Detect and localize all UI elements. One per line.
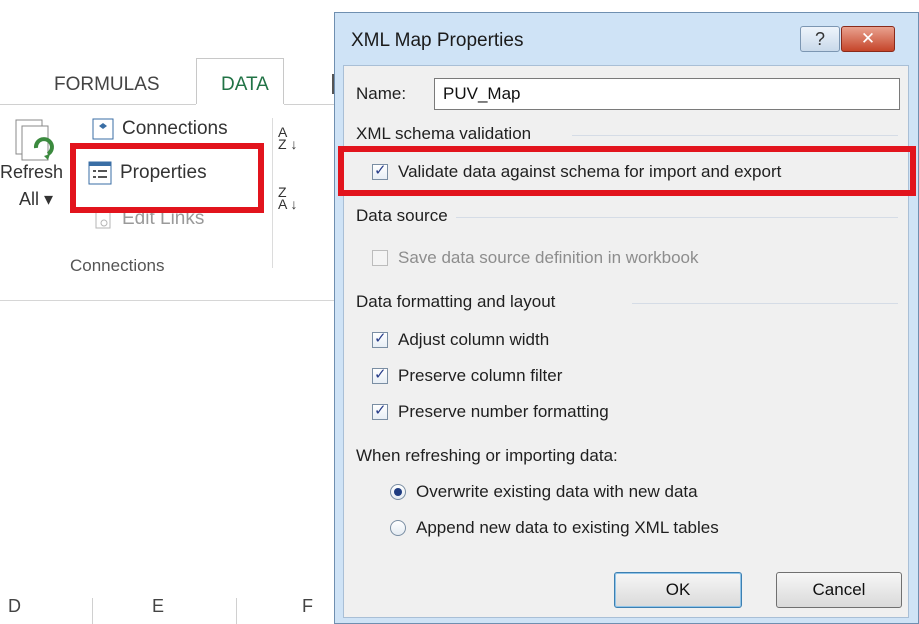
- save-source-checkbox: Save data source definition in workbook: [372, 248, 699, 268]
- ribbon-group-separator: [272, 118, 273, 268]
- close-button[interactable]: ✕: [841, 26, 895, 52]
- dialog-titlebar[interactable]: XML Map Properties ? ✕: [335, 13, 918, 65]
- dialog-title: XML Map Properties: [351, 30, 524, 51]
- save-source-checkbox-box: [372, 250, 388, 266]
- preserve-column-filter-checkbox[interactable]: Preserve column filter: [372, 365, 562, 386]
- refresh-all-icon[interactable]: [14, 118, 56, 164]
- name-label: Name:: [356, 84, 407, 103]
- xml-map-properties-dialog: XML Map Properties ? ✕ Name: XML schema …: [334, 12, 919, 624]
- ok-button[interactable]: OK: [614, 572, 742, 608]
- refresh-all-dropdown[interactable]: All ▾: [19, 189, 53, 210]
- column-header-d[interactable]: D: [8, 596, 21, 617]
- highlight-properties-box: [70, 143, 264, 213]
- column-header-f[interactable]: F: [302, 596, 313, 617]
- tab-data-label: DATA: [221, 74, 269, 95]
- adjust-column-width-checkbox[interactable]: Adjust column width: [372, 329, 549, 350]
- ribbon-bottom-divider: [0, 300, 340, 301]
- help-button[interactable]: ?: [800, 26, 840, 52]
- highlight-validate-box: [338, 146, 916, 196]
- overwrite-radio-dot[interactable]: [390, 484, 406, 500]
- schema-section-label: XML schema validation: [356, 124, 532, 143]
- tab-data[interactable]: DATA: [196, 58, 284, 105]
- sort-z-to-a-button[interactable]: ZA ↓: [278, 185, 297, 211]
- preserve-number-formatting-checkbox[interactable]: Preserve number formatting: [372, 401, 609, 422]
- append-radio[interactable]: Append new data to existing XML tables: [390, 518, 719, 538]
- append-radio-dot[interactable]: [390, 520, 406, 536]
- tab-formulas[interactable]: FORMULAS: [54, 74, 160, 96]
- overwrite-radio[interactable]: Overwrite existing data with new data: [390, 482, 698, 502]
- ribbon-group-label: Connections: [70, 256, 165, 275]
- cancel-button[interactable]: Cancel: [776, 572, 902, 608]
- connections-icon: [92, 118, 114, 140]
- sort-a-to-z-button[interactable]: AZ ↓: [278, 125, 297, 151]
- formatting-section-label: Data formatting and layout: [356, 292, 556, 311]
- connections-button[interactable]: Connections: [92, 118, 228, 140]
- refresh-prompt-label: When refreshing or importing data:: [356, 446, 618, 465]
- column-header-e[interactable]: E: [152, 596, 164, 617]
- data-source-section-label: Data source: [356, 206, 448, 225]
- name-field[interactable]: [434, 78, 900, 110]
- ribbon-top-divider: [0, 104, 340, 105]
- refresh-all-label[interactable]: Refresh: [0, 162, 63, 183]
